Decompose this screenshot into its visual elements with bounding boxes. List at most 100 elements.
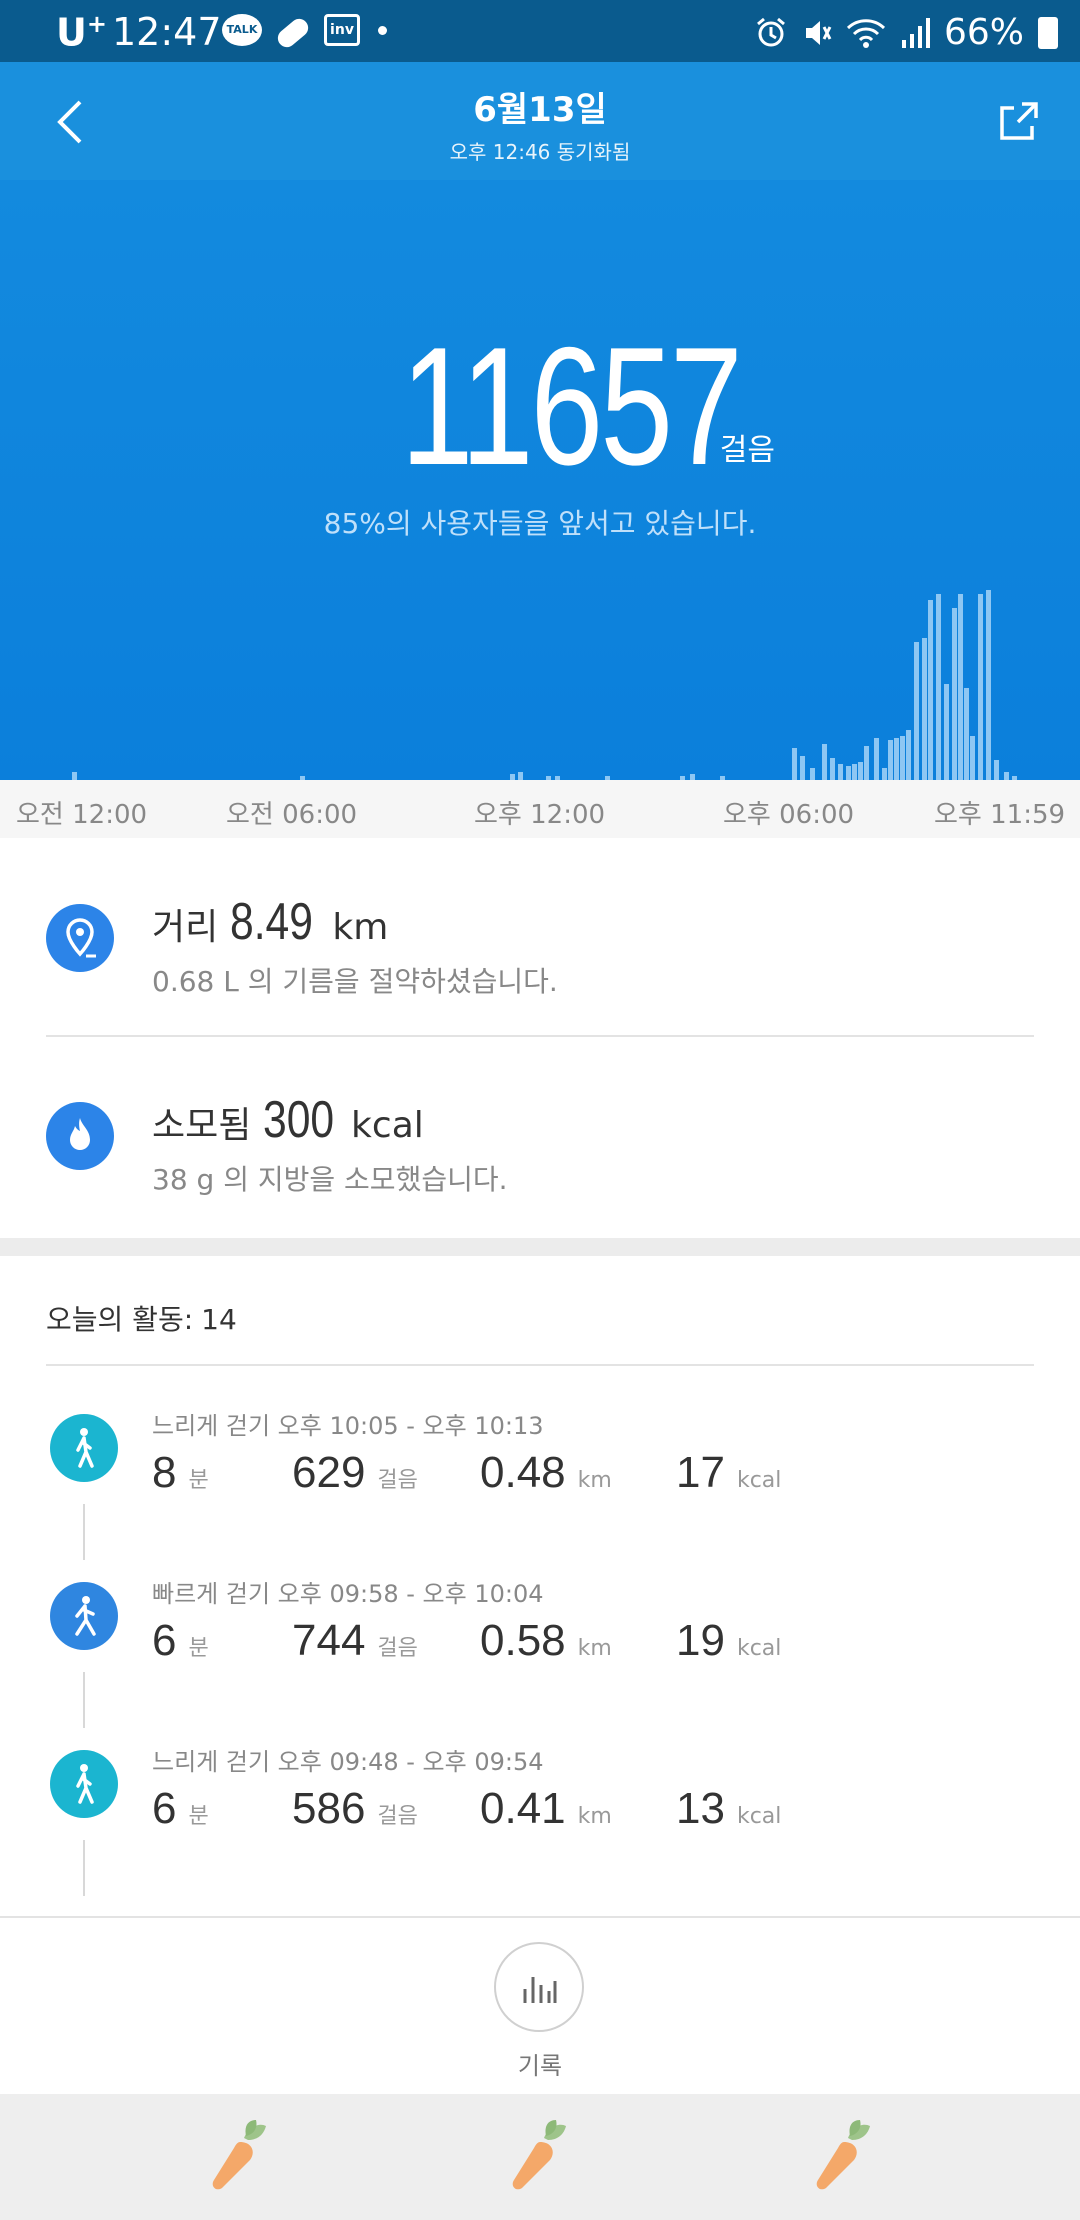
histogram-bar (864, 746, 869, 780)
histogram-bar (830, 758, 835, 780)
histogram-bar (792, 748, 797, 780)
carrot-icon[interactable] (500, 2116, 580, 2196)
distance-row[interactable]: 거리 8.49 km 0.68 L 의 기름을 절약하셨습니다. (0, 838, 1080, 1038)
histogram-bar (952, 608, 957, 780)
activity-label: 빠르게 걷기 오후 09:58 - 오후 10:04 (152, 1580, 544, 1608)
location-pin-icon (46, 904, 114, 972)
timeline-connector (83, 1840, 85, 1896)
histogram-bar (964, 688, 969, 780)
timeline-connector (83, 1504, 85, 1560)
carrier-label: U+ (56, 10, 107, 55)
walking-icon (50, 1750, 118, 1818)
histogram-bar (72, 772, 77, 780)
running-icon (50, 1582, 118, 1650)
dot-icon (378, 25, 387, 35)
battery-percent: 66% (943, 12, 1024, 53)
time-label: 오후 11:59 (934, 800, 1066, 830)
activity-item[interactable]: 느리게 걷기 오후 10:05 - 오후 10:13 8분 629 걸음 0.48… (0, 1396, 1080, 1564)
histogram-bar (936, 594, 941, 780)
page-title: 6월13일 (473, 90, 607, 130)
step-count: 11657 (400, 312, 743, 500)
histogram-bar (888, 740, 893, 780)
status-time: 12:47 (112, 10, 222, 54)
pill-icon (274, 15, 312, 51)
activity-label: 느리게 걷기 오후 10:05 - 오후 10:13 (152, 1412, 544, 1440)
time-label: 오후 06:00 (723, 800, 855, 830)
distance-sub: 0.68 L 의 기름을 절약하셨습니다. (152, 965, 558, 998)
calories-sub: 38 g 의 지방을 소모했습니다. (152, 1163, 508, 1196)
histogram-bar (900, 736, 905, 780)
histogram-bar (944, 684, 949, 780)
calories-main: 소모됨 300 kcal (152, 1091, 424, 1149)
alarm-icon (757, 17, 785, 46)
histogram-bar (874, 738, 879, 780)
talk-icon: TALK (222, 14, 262, 46)
histogram-bar (852, 764, 857, 780)
histogram-bar (894, 738, 899, 780)
activity-values: 6분 586 걸음 0.41 km 13 kcal (152, 1784, 782, 1833)
record-label: 기록 (517, 2052, 563, 2080)
carrot-icon[interactable] (200, 2116, 280, 2196)
histogram-bar (970, 736, 975, 780)
step-unit: 걸음 (719, 433, 775, 468)
bar-chart-icon (523, 1977, 557, 2003)
rank-text: 85%의 사용자들을 앞서고 있습니다. (323, 507, 757, 540)
activity-item[interactable]: 느리게 걷기 오후 09:48 - 오후 09:54 6분 586 걸음 0.41… (0, 1732, 1080, 1900)
activity-values: 6분 744 걸음 0.58 km 19 kcal (152, 1616, 782, 1665)
sync-status: 오후 12:46 동기화됨 (449, 140, 631, 164)
activity-label: 느리게 걷기 오후 09:48 - 오후 09:54 (152, 1748, 544, 1776)
time-label: 오후 12:00 (474, 800, 606, 830)
section-gap (0, 1238, 1080, 1256)
activities-count: 14 (201, 1303, 237, 1336)
divider (46, 1035, 1034, 1037)
timeline-connector (83, 1672, 85, 1728)
app-header: 6월13일 오후 12:46 동기화됨 (0, 62, 1080, 180)
status-right: 66% (754, 12, 1058, 53)
histogram-bar (986, 590, 991, 780)
histogram-bar (858, 762, 863, 780)
time-axis: 오전 12:00 오전 06:00 오후 12:00 오후 06:00 오후 1… (0, 780, 1080, 838)
histogram-bar (810, 768, 815, 780)
time-label: 오전 06:00 (226, 800, 358, 830)
distance-main: 거리 8.49 km (152, 893, 389, 951)
battery-icon (1038, 16, 1058, 49)
activities-header: 오늘의 활동: 14 (46, 1303, 237, 1336)
record-button[interactable] (494, 1942, 584, 2032)
histogram-bar (1004, 772, 1009, 780)
signal-icon (901, 17, 930, 48)
histogram-bar (914, 642, 919, 780)
record-area: 기록 (0, 1916, 1080, 2094)
histogram-bar (906, 730, 911, 780)
histogram-bar (800, 756, 805, 780)
histogram-bar (928, 600, 933, 780)
mute-icon (805, 20, 832, 45)
activities-panel: 오늘의 활동: 14 느리게 걷기 오후 10:05 - 오후 10:13 8분 … (0, 1256, 1080, 1916)
histogram-bar (978, 594, 983, 780)
histogram-bar (922, 638, 927, 780)
stats-panel: 거리 8.49 km 0.68 L 의 기름을 절약하셨습니다. 소모됨 300… (0, 838, 1080, 1238)
status-bar: U+ 12:47 TALK inv 66% (0, 0, 1080, 62)
notification-icons: TALK inv (222, 14, 387, 51)
histogram-bar (958, 594, 963, 780)
carrot-icon[interactable] (804, 2116, 884, 2196)
walking-icon (50, 1414, 118, 1482)
steps-hero: 11657걸음 85%의 사용자들을 앞서고 있습니다. (0, 180, 1080, 780)
activity-values: 8분 629 걸음 0.48 km 17 kcal (152, 1448, 782, 1497)
distance-value: 8.49 (229, 893, 313, 951)
divider (46, 1364, 1034, 1366)
histogram-bar (882, 768, 887, 780)
time-label: 오전 12:00 (16, 800, 148, 830)
activity-item[interactable]: 빠르게 걷기 오후 09:58 - 오후 10:04 6분 744 걸음 0.58… (0, 1564, 1080, 1732)
histogram-bar (822, 744, 827, 780)
histogram-bar (846, 766, 851, 780)
histogram-bar (838, 764, 843, 780)
bottom-bar (0, 2094, 1080, 2220)
calories-row[interactable]: 소모됨 300 kcal 38 g 의 지방을 소모했습니다. (0, 1038, 1080, 1238)
share-icon[interactable] (996, 100, 1040, 144)
histogram-bar (518, 772, 523, 780)
inv-icon: inv (324, 14, 360, 46)
histogram-bar (994, 760, 999, 780)
steps-display: 11657걸음 (0, 310, 1080, 503)
wifi-icon (846, 18, 886, 48)
flame-icon (46, 1102, 114, 1170)
